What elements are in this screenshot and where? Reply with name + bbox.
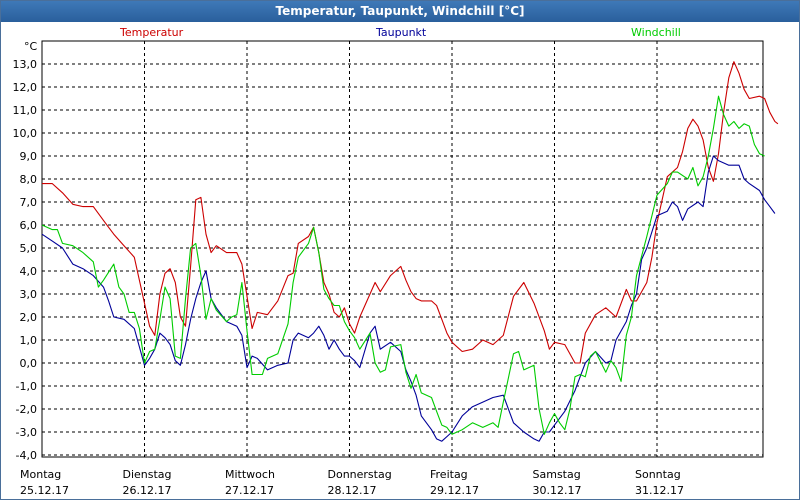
- y-tick-label: 7,0: [20, 196, 38, 209]
- legend: Temperatur Taupunkt Windchill: [119, 26, 681, 39]
- chart-canvas: °C 13,0 12,0 11,0 10,0 9,0 8,0 7,0 6,0 5,0 4,0 3,0…: [13, 26, 779, 497]
- y-tick-label: 12,0: [13, 81, 38, 94]
- grid: [42, 41, 763, 457]
- x-tick-date: 29.12.17: [430, 484, 479, 497]
- x-tick-day: Sonntag: [635, 468, 681, 481]
- series-line-windchill: [41, 95, 765, 435]
- x-tick-date: 25.12.17: [20, 484, 69, 497]
- y-tick-label: 11,0: [13, 104, 38, 117]
- y-tick-label: 9,0: [20, 150, 38, 163]
- y-tick-label: 6,0: [20, 219, 38, 232]
- plot-area: [41, 40, 764, 458]
- legend-taupunkt: Taupunkt: [375, 26, 427, 39]
- x-tick-day: Freitag: [430, 468, 468, 481]
- y-tick-label: 8,0: [20, 173, 38, 186]
- series-lines: [41, 61, 779, 442]
- y-tick-label: 0,0: [20, 357, 38, 370]
- y-tick-label: 3,0: [20, 288, 38, 301]
- legend-temperatur: Temperatur: [119, 26, 184, 39]
- x-tick-day: Samstag: [533, 468, 581, 481]
- x-tick-day: Dienstag: [123, 468, 172, 481]
- y-tick-label: 2,0: [20, 311, 38, 324]
- y-axis-unit: °C: [24, 40, 38, 53]
- y-tick-label: -1,0: [16, 380, 37, 393]
- y-tick-label: 5,0: [20, 242, 38, 255]
- x-axis-ticks: Montag 25.12.17 Dienstag 26.12.17 Mittwoch 27…: [20, 468, 684, 497]
- series-line-taupunkt: [41, 155, 776, 442]
- x-tick-day: Montag: [20, 468, 61, 481]
- y-tick-label: 10,0: [13, 127, 38, 140]
- x-tick-date: 30.12.17: [533, 484, 582, 497]
- series-line-temperatur: [42, 61, 779, 364]
- x-tick-date: 26.12.17: [123, 484, 172, 497]
- y-tick-label: 4,0: [20, 265, 38, 278]
- x-tick-date: 27.12.17: [225, 484, 274, 497]
- x-tick-date: 31.12.17: [635, 484, 684, 497]
- y-tick-label: -4,0: [16, 449, 37, 462]
- y-tick-label: 13,0: [13, 58, 38, 71]
- x-tick-day: Mittwoch: [225, 468, 275, 481]
- y-tick-label: -3,0: [16, 426, 37, 439]
- legend-windchill: Windchill: [631, 26, 681, 39]
- y-axis-ticks: 13,0 12,0 11,0 10,0 9,0 8,0 7,0 6,0 5,0 4,0 3,0 2,0…: [13, 58, 38, 462]
- y-tick-label: -2,0: [16, 403, 37, 416]
- x-tick-date: 28.12.17: [328, 484, 377, 497]
- x-tick-day: Donnerstag: [328, 468, 392, 481]
- y-tick-label: 1,0: [20, 334, 38, 347]
